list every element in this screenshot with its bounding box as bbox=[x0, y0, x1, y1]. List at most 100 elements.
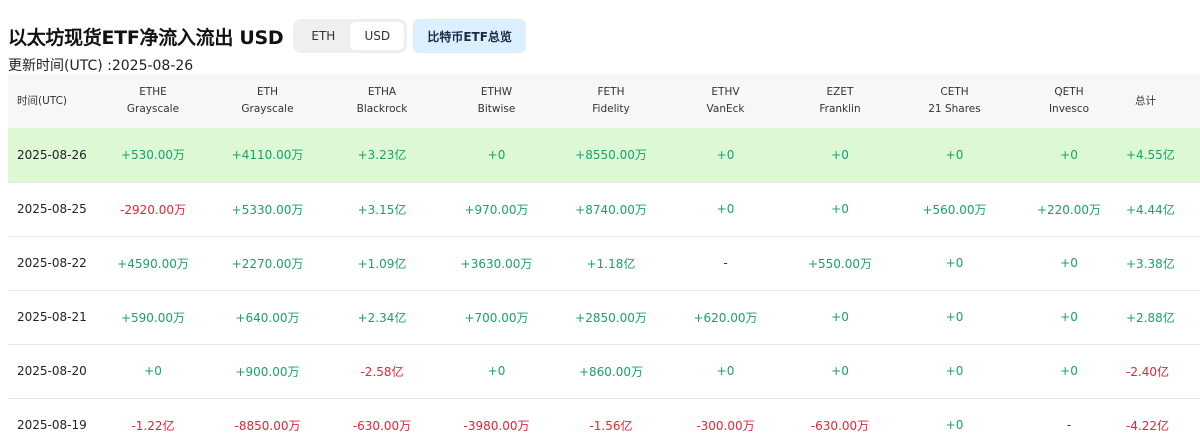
flow-cell: -300.00万 bbox=[696, 418, 755, 433]
column-header: ETHW Bitwise bbox=[439, 74, 554, 128]
flow-cell: +700.00万 bbox=[464, 310, 529, 325]
flow-cell: +3630.00万 bbox=[460, 256, 533, 271]
flow-cell: -630.00万 bbox=[810, 418, 870, 433]
flow-cell: +0 bbox=[716, 364, 735, 378]
flow-cell: +0 bbox=[144, 364, 162, 378]
column-header: QETH Invesco bbox=[1012, 74, 1126, 128]
flow-cell: +220.00万 bbox=[1036, 202, 1102, 217]
total-cell: +3.38亿 bbox=[1126, 256, 1175, 271]
column-header: 时间(UTC) bbox=[8, 74, 96, 128]
flow-cell: +3.15亿 bbox=[357, 202, 407, 217]
header: 以太坊现货ETF净流入流出 USD ETH USD 比特币ETF总览 bbox=[0, 18, 526, 54]
column-header: CETH 21 Shares bbox=[897, 74, 1012, 128]
column-header: ETHA Blackrock bbox=[325, 74, 439, 128]
column-ticker: ETHE bbox=[139, 86, 167, 98]
flow-cell: - bbox=[723, 256, 728, 270]
flow-cell: +0 bbox=[487, 147, 506, 162]
total-cell: +4.55亿 bbox=[1126, 148, 1175, 163]
column-issuer: Grayscale bbox=[241, 103, 294, 115]
flow-cell: +8740.00万 bbox=[575, 202, 647, 217]
row-date: 2025-08-21 bbox=[17, 310, 87, 324]
total-cell: +2.88亿 bbox=[1126, 310, 1175, 325]
column-header: 总计 bbox=[1126, 74, 1200, 128]
flow-cell: -1.22亿 bbox=[131, 418, 175, 433]
flow-cell: +2.34亿 bbox=[357, 310, 407, 325]
flow-cell: +2850.00万 bbox=[575, 310, 647, 325]
column-issuer: 21 Shares bbox=[928, 103, 981, 115]
row-date: 2025-08-26 bbox=[17, 147, 87, 162]
row-date: 2025-08-20 bbox=[17, 364, 87, 378]
column-ticker: ETHW bbox=[480, 86, 513, 98]
column-ticker: ETHA bbox=[367, 86, 397, 98]
flow-cell: +0 bbox=[1060, 310, 1078, 324]
table-header-row: 时间(UTC) ETHE Grayscale ETH Grayscale ETHA Blac… bbox=[8, 74, 1200, 128]
column-ticker: 总计 bbox=[1135, 94, 1156, 107]
flow-cell: +3.23亿 bbox=[357, 148, 407, 163]
column-issuer: Blackrock bbox=[356, 103, 408, 115]
flow-cell: +4590.00万 bbox=[117, 256, 189, 271]
flow-cell: -1.56亿 bbox=[589, 418, 633, 433]
flow-cell: +0 bbox=[945, 256, 964, 270]
flow-cell: +560.00万 bbox=[922, 202, 987, 217]
column-ticker: CETH bbox=[940, 86, 969, 98]
column-ticker: FETH bbox=[597, 86, 625, 98]
btc-etf-overview-button[interactable]: 比特币ETF总览 bbox=[413, 19, 526, 53]
table-body: 2025-08-26 +530.00万 +4110.00万 +3.23亿 +0 +8550… bbox=[8, 128, 1200, 437]
column-issuer: Fidelity bbox=[592, 103, 630, 115]
column-header: EZET Franklin bbox=[783, 74, 897, 128]
flow-cell: +0 bbox=[945, 364, 964, 378]
table-row: 2025-08-22 +4590.00万 +2270.00万 +1.09亿 +3630.… bbox=[8, 236, 1200, 290]
currency-toggle: ETH USD bbox=[293, 19, 408, 53]
total-cell: -2.40亿 bbox=[1126, 364, 1170, 379]
column-ticker: QETH bbox=[1054, 86, 1084, 98]
flow-cell: +0 bbox=[716, 202, 735, 216]
etf-flow-table: 时间(UTC) ETHE Grayscale ETH Grayscale ETHA Blac… bbox=[8, 74, 1200, 437]
flow-cell: +5330.00万 bbox=[231, 202, 304, 217]
total-cell: -4.22亿 bbox=[1126, 418, 1170, 433]
flow-cell: +0 bbox=[1060, 364, 1078, 378]
table-row: 2025-08-25 -2920.00万 +5330.00万 +3.15亿 +970.0… bbox=[8, 182, 1200, 236]
flow-cell: -2920.00万 bbox=[120, 202, 186, 217]
flow-cell: -8850.00万 bbox=[234, 418, 301, 433]
flow-cell: +0 bbox=[945, 310, 964, 324]
flow-cell: +530.00万 bbox=[120, 148, 186, 163]
flow-cell: +0 bbox=[1060, 256, 1078, 270]
column-ticker: 时间(UTC) bbox=[17, 94, 68, 107]
flow-cell: +0 bbox=[831, 364, 849, 378]
toggle-usd-button[interactable]: USD bbox=[350, 22, 405, 50]
flow-cell: +0 bbox=[831, 310, 849, 324]
toggle-eth-button[interactable]: ETH bbox=[296, 22, 350, 50]
column-ticker: ETH bbox=[257, 86, 278, 98]
flow-cell: +0 bbox=[1060, 147, 1078, 162]
column-header: FETH Fidelity bbox=[554, 74, 668, 128]
flow-cell: +0 bbox=[831, 147, 849, 162]
flow-cell: +2270.00万 bbox=[231, 256, 304, 271]
flow-cell: +0 bbox=[487, 364, 506, 378]
flow-cell: -3980.00万 bbox=[463, 418, 530, 433]
column-issuer: Invesco bbox=[1048, 103, 1090, 115]
flow-cell: +900.00万 bbox=[235, 364, 300, 379]
row-date: 2025-08-25 bbox=[17, 202, 87, 216]
row-date: 2025-08-22 bbox=[17, 256, 87, 270]
page-title: 以太坊现货ETF净流入流出 USD bbox=[8, 26, 284, 49]
flow-cell: -2.58亿 bbox=[360, 364, 404, 379]
column-issuer: Grayscale bbox=[126, 103, 180, 115]
column-header: ETHE Grayscale bbox=[96, 74, 210, 128]
column-header: ETHV VanEck bbox=[668, 74, 783, 128]
flow-cell: +550.00万 bbox=[807, 256, 873, 271]
flow-cell: +640.00万 bbox=[235, 310, 300, 325]
total-cell: +4.44亿 bbox=[1126, 202, 1175, 217]
column-issuer: Franklin bbox=[819, 103, 861, 115]
table-row: 2025-08-19 -1.22亿 -8850.00万 -630.00万 -3980.0… bbox=[8, 398, 1200, 437]
flow-cell: +0 bbox=[945, 147, 964, 162]
column-issuer: VanEck bbox=[706, 103, 745, 115]
flow-cell: +8550.00万 bbox=[575, 148, 647, 163]
flow-cell: +590.00万 bbox=[120, 310, 186, 325]
flow-cell: +620.00万 bbox=[693, 310, 758, 325]
flow-cell: - bbox=[1066, 418, 1072, 432]
table-row: 2025-08-21 +590.00万 +640.00万 +2.34亿 +700.00万… bbox=[8, 290, 1200, 344]
table-row: 2025-08-20 +0 +900.00万 -2.58亿 +0 +860.00万 +0 +0… bbox=[8, 344, 1200, 398]
flow-cell: +1.09亿 bbox=[357, 256, 407, 271]
table-row: 2025-08-26 +530.00万 +4110.00万 +3.23亿 +0 +8550… bbox=[8, 128, 1200, 182]
flow-cell: -630.00万 bbox=[352, 418, 412, 433]
